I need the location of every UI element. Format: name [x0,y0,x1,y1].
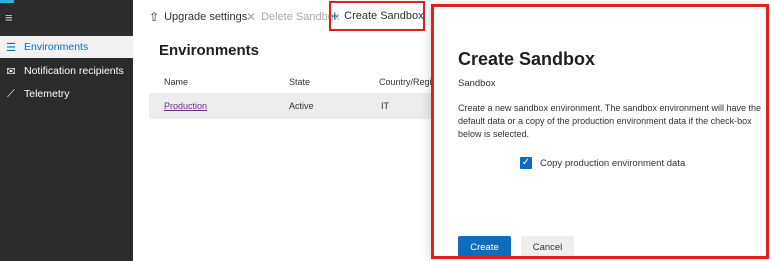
environment-state: Active [289,101,314,111]
create-button[interactable]: Create [458,236,511,256]
telemetry-icon: ⟋ [7,87,15,100]
sidebar-item-label: Notification recipients [24,65,124,77]
sidebar-item-label: Telemetry [24,88,70,100]
page-title: Environments [159,42,260,59]
column-header-state[interactable]: State [289,77,310,87]
cancel-button[interactable]: Cancel [521,236,574,256]
copy-data-option[interactable]: ✓ Copy production environment data [520,157,685,169]
upgrade-settings-button[interactable]: ⇧ Upgrade settings [149,0,247,33]
list-icon: ☰ [6,41,16,54]
panel-subtitle: Sandbox [458,78,496,89]
environment-name-link[interactable]: Production [164,101,207,111]
sidebar-item-environments[interactable]: ☰ Environments [0,36,133,58]
upload-circle-icon: ⇧ [149,9,160,24]
copy-data-checkbox[interactable]: ✓ [520,157,532,169]
mail-icon: ✉ [6,65,16,78]
sidebar-item-notification-recipients[interactable]: ✉ Notification recipients [0,60,133,82]
upgrade-settings-label: Upgrade settings [164,10,248,23]
create-sandbox-panel: Create Sandbox Sandbox Create a new sand… [431,4,769,259]
checkmark-icon: ✓ [521,157,531,168]
delete-sandbox-label: Delete Sandbox [261,10,340,23]
create-sandbox-label: Create Sandbox [344,10,424,22]
plus-icon: + [330,7,340,25]
sidebar: ≡ ☰ Environments ✉ Notification recipien… [0,0,133,261]
environment-country: IT [381,101,389,111]
delete-sandbox-button[interactable]: ✕ Delete Sandbox [246,0,339,33]
column-header-name[interactable]: Name [164,77,188,87]
panel-title: Create Sandbox [458,49,596,69]
sidebar-item-label: Environments [24,41,89,53]
hamburger-menu-icon[interactable]: ≡ [5,11,13,24]
column-header-country[interactable]: Country/Regio [379,77,439,87]
panel-description: Create a new sandbox environment. The sa… [458,103,762,139]
sidebar-item-telemetry[interactable]: ⟋ Telemetry [0,83,133,105]
brand-accent-bar [0,0,14,3]
copy-data-label: Copy production environment data [540,157,686,169]
create-sandbox-button[interactable]: + Create Sandbox [329,1,425,31]
close-icon: ✕ [246,9,257,24]
